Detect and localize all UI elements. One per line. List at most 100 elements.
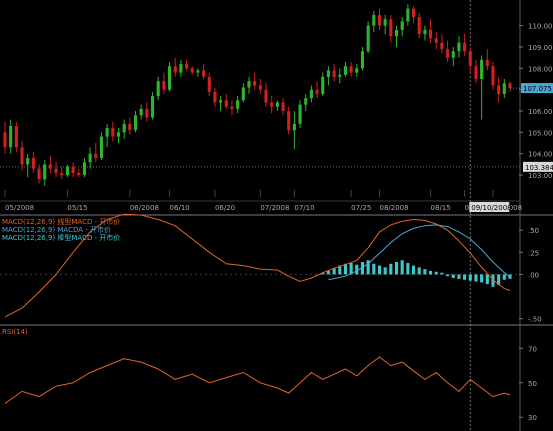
macd-histogram-bar <box>468 274 472 281</box>
candle-body <box>474 66 478 79</box>
candle-body <box>150 96 155 118</box>
candle-body <box>111 128 115 137</box>
candle-body <box>298 104 302 124</box>
macd-histogram-bar <box>423 269 427 275</box>
candle-body <box>145 108 149 118</box>
candle-body <box>287 111 291 131</box>
x-tick-label: 08/2008 <box>379 204 408 212</box>
candle-body <box>389 19 393 37</box>
candle-body <box>377 14 382 26</box>
price-y-tick-label: 105.00 <box>528 129 553 137</box>
macd-histogram-bar <box>377 265 382 275</box>
macd-histogram-bar <box>446 274 450 277</box>
macd-histogram-bar <box>485 274 489 285</box>
candle-body <box>423 29 427 35</box>
macd-histogram-bar <box>355 264 359 275</box>
macd-histogram-bar <box>389 263 393 275</box>
x-tick-label: 07/2008 <box>260 204 289 212</box>
candle-body <box>236 100 240 109</box>
price-y-tick-label: 106.00 <box>528 108 553 116</box>
candle-body <box>99 136 104 158</box>
price-y-tick-label: 104.00 <box>528 151 553 159</box>
candle-body <box>480 59 484 79</box>
candle-body <box>190 68 194 73</box>
candle-body <box>77 172 81 176</box>
macd-y-tick-label: .50 <box>528 227 539 235</box>
candle-body <box>128 123 132 131</box>
macd-legend-1: MACD(12,26,9) MACDA - 开市价 <box>2 225 111 234</box>
candle-body <box>133 115 138 131</box>
candle-body <box>338 74 342 77</box>
candle-body <box>31 157 35 169</box>
candle-body <box>71 166 75 173</box>
macd-histogram-bar <box>474 274 478 282</box>
x-tick-label: 07/25 <box>351 204 371 212</box>
candle-body <box>366 25 370 52</box>
candle-body <box>219 100 223 103</box>
macd-histogram-bar <box>406 262 410 275</box>
candle-body <box>309 89 313 99</box>
x-tick-label: 06/10 <box>170 204 190 212</box>
candle-body <box>207 76 211 92</box>
last-price-label: 107.075 <box>523 85 552 93</box>
candle-body <box>82 162 86 176</box>
candle-body <box>429 29 433 39</box>
candle-body <box>156 81 160 97</box>
candle-body <box>451 51 455 58</box>
x-tick-label: 08/15 <box>431 204 451 212</box>
rsi-legend: RSI(14) <box>2 328 28 336</box>
candle-body <box>3 132 7 148</box>
candle-body <box>122 123 126 133</box>
candle-body <box>179 64 183 73</box>
candle-body <box>167 66 172 90</box>
macd-histogram-bar <box>383 267 387 275</box>
candle-body <box>247 81 251 88</box>
macd-histogram-bar <box>417 267 421 275</box>
price-y-tick-label: 108.00 <box>528 65 553 73</box>
chart-stage: 110.00109.00108.00107.00106.00105.00104.… <box>0 0 553 431</box>
candle-body <box>224 100 228 107</box>
candle-body <box>491 66 495 86</box>
candle-body <box>434 38 438 43</box>
candle-body <box>213 91 217 103</box>
macd-histogram-bar <box>400 260 404 275</box>
candle-body <box>326 70 330 77</box>
candle-body <box>485 59 489 67</box>
candle-body <box>162 81 166 90</box>
candle-body <box>270 102 274 107</box>
candle-body <box>196 70 200 73</box>
macd-legend-2: MACD(12,26,9) 棒型MACD - 开市价 <box>2 233 120 242</box>
candle-body <box>230 106 234 109</box>
candle-body <box>202 70 206 77</box>
candle-body <box>54 168 58 173</box>
rsi-line <box>4 356 511 404</box>
candle-body <box>440 42 444 50</box>
candle-body <box>88 153 92 163</box>
candle-body <box>60 172 64 176</box>
macd-histogram-bar <box>394 262 399 275</box>
candle-body <box>26 157 30 165</box>
candle-body <box>258 85 262 90</box>
macd-y-tick-label: -.50 <box>528 316 542 324</box>
candle-body <box>264 89 268 103</box>
macd-histogram-bar <box>463 274 467 280</box>
candle-body <box>94 153 98 158</box>
stock-chart: 110.00109.00108.00107.00106.00105.00104.… <box>0 0 553 431</box>
candle-body <box>116 132 121 137</box>
candle-body <box>139 108 143 116</box>
macd-histogram-bar <box>440 272 444 275</box>
x-tick-label: 06/2008 <box>130 204 159 212</box>
candle-body <box>446 49 450 58</box>
candle-body <box>394 29 399 37</box>
candle-body <box>241 87 245 101</box>
macd-histogram-bar <box>457 274 461 279</box>
candle-body <box>65 166 69 176</box>
rsi-y-tick-label: 30 <box>528 414 537 422</box>
candle-body <box>292 123 296 131</box>
price-y-tick-label: 110.00 <box>528 23 553 31</box>
candle-body <box>497 85 501 94</box>
candle-body <box>304 98 308 105</box>
candle-body <box>14 125 18 148</box>
reference-label: 103.384 <box>525 164 553 172</box>
candle-body <box>400 21 404 30</box>
